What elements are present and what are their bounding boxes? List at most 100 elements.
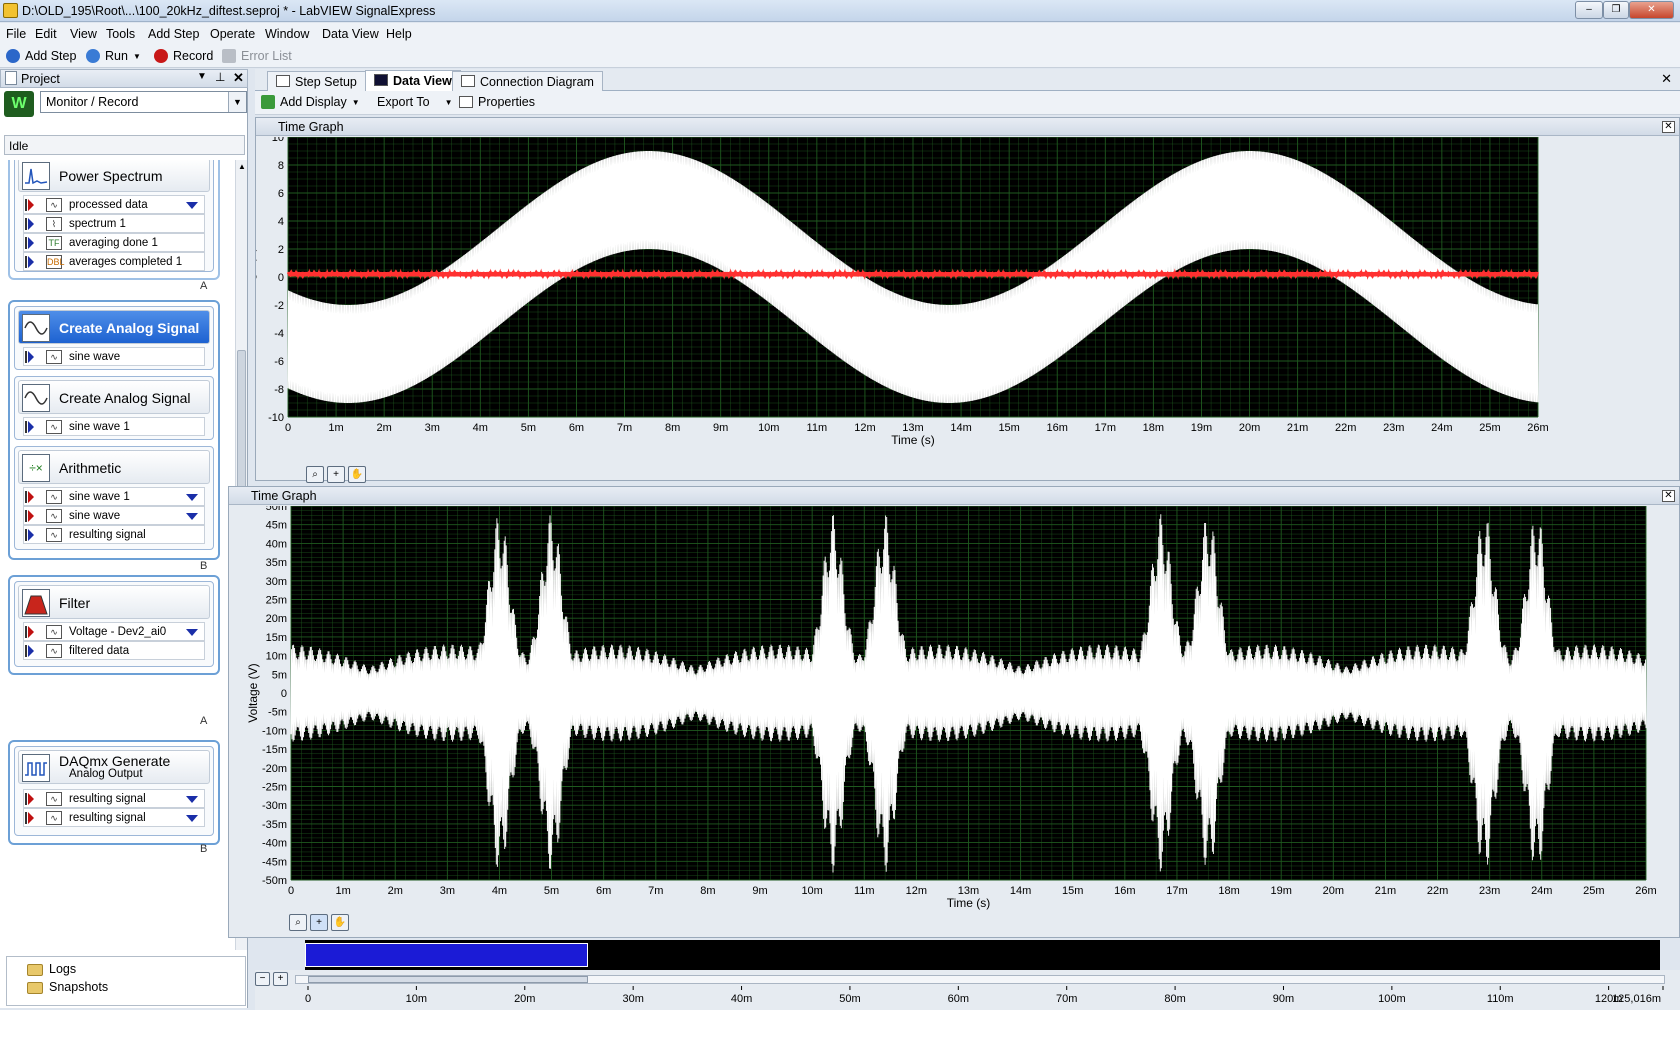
chevron-down-icon[interactable]	[186, 815, 198, 822]
tab-connection-diagram[interactable]: Connection Diagram	[452, 71, 603, 91]
x-tick-label: 2m	[377, 422, 392, 434]
menu-view[interactable]: View	[70, 27, 97, 41]
chevron-down-icon[interactable]	[186, 494, 198, 501]
step-header[interactable]: DAQmx Generate Analog Output	[18, 750, 210, 784]
chevron-down-icon[interactable]	[186, 629, 198, 636]
step-header[interactable]: Power Spectrum	[18, 160, 210, 192]
step-daqmx-generate[interactable]: DAQmx Generate Analog Output ∿ resulting …	[14, 746, 214, 836]
tab-data-view[interactable]: Data View	[365, 70, 461, 92]
step-io-row[interactable]: ∿ sine wave	[23, 347, 205, 366]
add-step-button[interactable]: Add Step	[6, 49, 76, 63]
minimize-button[interactable]: –	[1575, 1, 1603, 19]
project-pane: W Monitor / Record ▼ Idle Power Spectrum…	[0, 88, 248, 1008]
io-label: averages completed 1	[69, 256, 183, 268]
step-io-row[interactable]: ∿ processed data	[23, 195, 205, 214]
chevron-down-icon[interactable]	[186, 202, 198, 209]
close-graph-icon[interactable]: ✕	[1662, 121, 1675, 133]
close-window-button[interactable]: ✕	[1629, 1, 1674, 19]
step-power-spectrum[interactable]: Power Spectrum ∿ processed data ⌇ spectrum…	[14, 160, 214, 272]
tab-step-setup[interactable]: Step Setup	[267, 71, 366, 91]
menu-file[interactable]: File	[6, 27, 26, 41]
x-tick-label: 14m	[1010, 885, 1031, 897]
x-tick-label: 11m	[854, 885, 875, 897]
step-io-row[interactable]: TF averaging done 1	[23, 233, 205, 252]
group-label: B	[200, 560, 208, 572]
cursor-icon[interactable]: +	[327, 466, 345, 483]
menu-bar: File Edit View Tools Add Step Operate Wi…	[0, 23, 1680, 45]
time-graph-1[interactable]: 0 1m 2m 3m 4m 5m 6m 7m 8m 9m 10m 11m 12m 13m 14m 15m 16m…	[256, 137, 1679, 481]
step-arithmetic[interactable]: ÷× Arithmetic ∿ sine wave 1 ∿ sine wave ∿ r…	[14, 446, 214, 550]
step-io-row[interactable]: ∿ resulting signal	[23, 789, 205, 808]
close-graph-icon[interactable]: ✕	[1662, 490, 1675, 502]
step-io-row[interactable]: ∿ Voltage - Dev2_ai0	[23, 622, 205, 641]
tree-item-logs[interactable]: Logs	[27, 962, 76, 976]
step-header[interactable]: Create Analog Signal	[18, 380, 210, 414]
y-axis-label: Voltage (V)	[246, 663, 260, 722]
menu-window[interactable]: Window	[265, 27, 309, 41]
io-label: sine wave	[69, 510, 121, 522]
menu-tools[interactable]: Tools	[106, 27, 135, 41]
y-tick-label: 45m	[266, 520, 287, 532]
mode-select[interactable]: Monitor / Record ▼	[40, 91, 247, 113]
output-arrow-icon	[25, 645, 34, 657]
waveform-icon: ∿	[46, 490, 62, 504]
step-header[interactable]: Create Analog Signal	[18, 310, 210, 344]
close-view-icon[interactable]: ✕	[1661, 71, 1672, 87]
pan-hand-icon[interactable]: ✋	[348, 466, 366, 483]
time-graph-2[interactable]: 0 1m 2m 3m 4m 5m 6m 7m 8m 9m 10m 11m 12m 13m 14m 15m 16m…	[229, 506, 1679, 938]
export-to-button[interactable]: Export To ▼	[377, 95, 453, 109]
step-create-analog-signal-1[interactable]: Create Analog Signal ∿ sine wave 1	[14, 376, 214, 440]
x-tick-label: 26m	[1527, 422, 1548, 434]
step-io-row[interactable]: ⌇ spectrum 1	[23, 214, 205, 233]
overview-selection[interactable]	[305, 943, 588, 967]
step-io-row[interactable]: ∿ filtered data	[23, 641, 205, 660]
menu-edit[interactable]: Edit	[35, 27, 57, 41]
run-dropdown-icon[interactable]: ▼	[133, 52, 141, 61]
overview-scrollbar[interactable]	[295, 975, 1665, 984]
menu-help[interactable]: Help	[386, 27, 412, 41]
chevron-down-icon[interactable]	[186, 796, 198, 803]
record-button[interactable]: Record	[154, 49, 213, 63]
zoom-out-icon[interactable]: −	[255, 972, 270, 986]
overview-scroll-thumb[interactable]	[308, 976, 588, 983]
step-header[interactable]: Filter	[18, 585, 210, 619]
x-tick-label: 5m	[521, 422, 536, 434]
run-button[interactable]: Run ▼	[86, 49, 141, 63]
step-header[interactable]: ÷× Arithmetic	[18, 450, 210, 484]
step-io-row[interactable]: DBL averages completed 1	[23, 252, 205, 271]
close-pane-icon[interactable]: ✕	[233, 70, 244, 86]
boolean-icon: TF	[46, 236, 62, 250]
step-io-row[interactable]: ∿ sine wave 1	[23, 487, 205, 506]
x-tick-label: 7m	[648, 885, 663, 897]
zoom-in-icon[interactable]: +	[273, 972, 288, 986]
step-create-analog-signal[interactable]: Create Analog Signal ∿ sine wave	[14, 306, 214, 370]
zoom-icon[interactable]: ⌕	[289, 914, 307, 931]
tree-item-snapshots[interactable]: Snapshots	[27, 980, 108, 994]
menu-data-view[interactable]: Data View	[322, 27, 379, 41]
step-io-row[interactable]: ∿ resulting signal	[23, 808, 205, 827]
sine-glyph	[24, 391, 48, 405]
step-io-row[interactable]: ∿ sine wave	[23, 506, 205, 525]
pin-icon[interactable]: ⊥	[215, 70, 225, 84]
properties-button[interactable]: Properties	[459, 95, 535, 109]
scroll-up-icon[interactable]: ▲	[238, 162, 246, 171]
x-tick-label: 9m	[713, 422, 728, 434]
cursor-icon[interactable]: +	[310, 914, 328, 931]
menu-operate[interactable]: Operate	[210, 27, 255, 41]
y-tick-label: 50m	[266, 506, 287, 513]
pan-hand-icon[interactable]: ✋	[331, 914, 349, 931]
step-io-row[interactable]: ∿ sine wave 1	[23, 417, 205, 436]
step-filter[interactable]: Filter ∿ Voltage - Dev2_ai0 ∿ filtered dat…	[14, 581, 214, 667]
maximize-button[interactable]: ❐	[1603, 1, 1629, 19]
step-name: Filter	[59, 595, 91, 611]
menu-add-step[interactable]: Add Step	[148, 27, 199, 41]
pane-menu-icon[interactable]: ▼	[197, 71, 207, 82]
overview-strip[interactable]	[305, 940, 1660, 970]
x-axis-label: Time (s)	[891, 433, 935, 447]
zoom-icon[interactable]: ⌕	[306, 466, 324, 483]
chevron-down-icon[interactable]	[186, 513, 198, 520]
step-io-row[interactable]: ∿ resulting signal	[23, 525, 205, 544]
error-list-button[interactable]: Error List	[222, 49, 292, 63]
add-display-button[interactable]: Add Display ▼	[261, 95, 360, 109]
chevron-down-icon[interactable]: ▼	[228, 92, 246, 112]
